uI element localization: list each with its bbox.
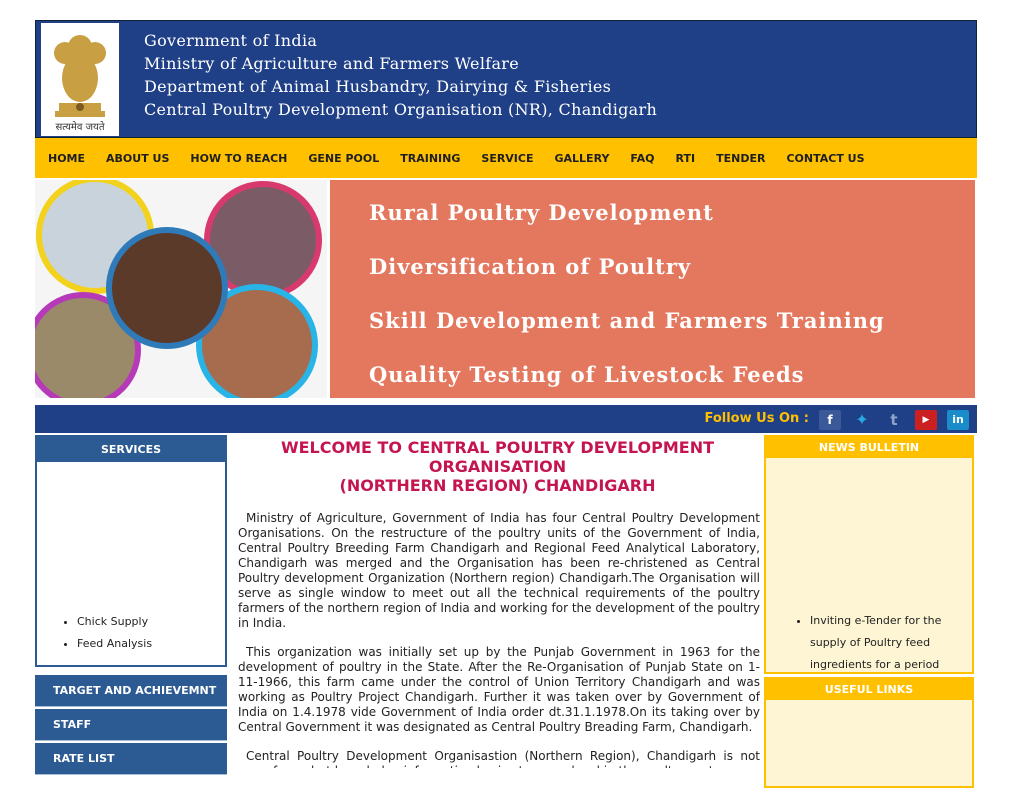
news-list: Inviting e-Tender for the supply of Poul… — [766, 610, 972, 672]
banner-line-rural-poultry: Rural Poultry Development — [369, 200, 714, 225]
welcome-title-line-1: WELCOME TO CENTRAL POULTRY DEVELOPMENT — [280, 438, 715, 457]
nav-faq[interactable]: FAQ — [630, 152, 654, 165]
nav-training[interactable]: TRAINING — [400, 152, 460, 165]
services-panel: SERVICES Chick Supply Feed Analysis — [35, 435, 227, 667]
linkedin-icon[interactable]: in — [947, 410, 969, 430]
twitter-icon[interactable]: ✦ — [851, 410, 873, 430]
page-wrapper: सत्यमेव जयते Government of India Ministr… — [35, 20, 977, 788]
services-title: SERVICES — [37, 437, 225, 462]
nav-contact-us[interactable]: CONTACT US — [786, 152, 864, 165]
welcome-title-line-2: ORGANISATION — [428, 457, 567, 476]
banner-line-skill-development: Skill Development and Farmers Training — [369, 308, 885, 333]
welcome-paragraph-1: Ministry of Agriculture, Government of I… — [238, 511, 760, 630]
header-line-ministry: Ministry of Agriculture and Farmers Welf… — [144, 54, 520, 73]
useful-links-title: USEFUL LINKS — [766, 679, 972, 700]
header-line-department: Department of Animal Husbandry, Dairying… — [144, 77, 612, 96]
left-menu-target-and-achievement[interactable]: TARGET AND ACHIEVEMNT — [35, 675, 227, 707]
nav-home[interactable]: HOME — [48, 152, 85, 165]
news-bulletin-panel: NEWS BULLETIN Inviting e-Tender for the … — [764, 435, 974, 674]
tumblr-icon[interactable]: t — [883, 410, 905, 430]
nav-about-us[interactable]: ABOUT US — [106, 152, 169, 165]
site-header: सत्यमेव जयते Government of India Ministr… — [35, 20, 977, 138]
left-menu-rate-list[interactable]: RATE LIST — [35, 743, 227, 775]
services-list: Chick Supply Feed Analysis — [37, 611, 152, 655]
nav-how-to-reach[interactable]: HOW TO REACH — [190, 152, 287, 165]
welcome-paragraph-3: Central Poultry Development Organisastio… — [238, 749, 760, 768]
youtube-icon[interactable]: ▶ — [915, 410, 937, 430]
header-line-government: Government of India — [144, 31, 318, 50]
header-line-organisation: Central Poultry Development Organisation… — [144, 100, 658, 119]
follow-us-label: Follow Us On : — [704, 411, 809, 426]
hero-banner: Rural Poultry Development Diversificatio… — [35, 180, 977, 402]
useful-links-panel: USEFUL LINKS — [764, 677, 974, 788]
nav-rti[interactable]: RTI — [676, 152, 696, 165]
left-menu-staff[interactable]: STAFF — [35, 709, 227, 741]
follow-us-bar: Follow Us On : f ✦ t ▶ in — [35, 405, 977, 433]
welcome-paragraph-2: This organization was initially set up b… — [238, 645, 760, 734]
news-bulletin-title: NEWS BULLETIN — [766, 437, 972, 458]
banner-text-panel: Rural Poultry Development Diversificatio… — [330, 180, 975, 398]
national-emblem-logo: सत्यमेव जयते — [41, 23, 119, 136]
header-titles: Government of India Ministry of Agricult… — [144, 29, 657, 121]
nav-service[interactable]: SERVICE — [481, 152, 533, 165]
welcome-content: WELCOME TO CENTRAL POULTRY DEVELOPMENT O… — [235, 435, 760, 768]
emblem-motto: सत्यमेव जयते — [55, 121, 104, 133]
banner-line-quality-testing: Quality Testing of Livestock Feeds — [369, 362, 805, 387]
main-navigation: HOME ABOUT US HOW TO REACH GENE POOL TRA… — [35, 138, 977, 178]
banner-line-diversification: Diversification of Poultry — [369, 254, 692, 279]
welcome-title-line-3: (NORTHERN REGION) CHANDIGARH — [339, 476, 656, 495]
welcome-title: WELCOME TO CENTRAL POULTRY DEVELOPMENT O… — [235, 438, 760, 495]
nav-tender[interactable]: TENDER — [716, 152, 765, 165]
banner-photo-collage — [35, 180, 327, 398]
nav-gene-pool[interactable]: GENE POOL — [308, 152, 379, 165]
news-item-e-tender[interactable]: Inviting e-Tender for the supply of Poul… — [810, 610, 952, 672]
nav-gallery[interactable]: GALLERY — [555, 152, 610, 165]
facebook-icon[interactable]: f — [819, 410, 841, 430]
service-item-chick-supply[interactable]: Chick Supply — [77, 611, 152, 633]
service-item-feed-analysis[interactable]: Feed Analysis — [77, 633, 152, 655]
